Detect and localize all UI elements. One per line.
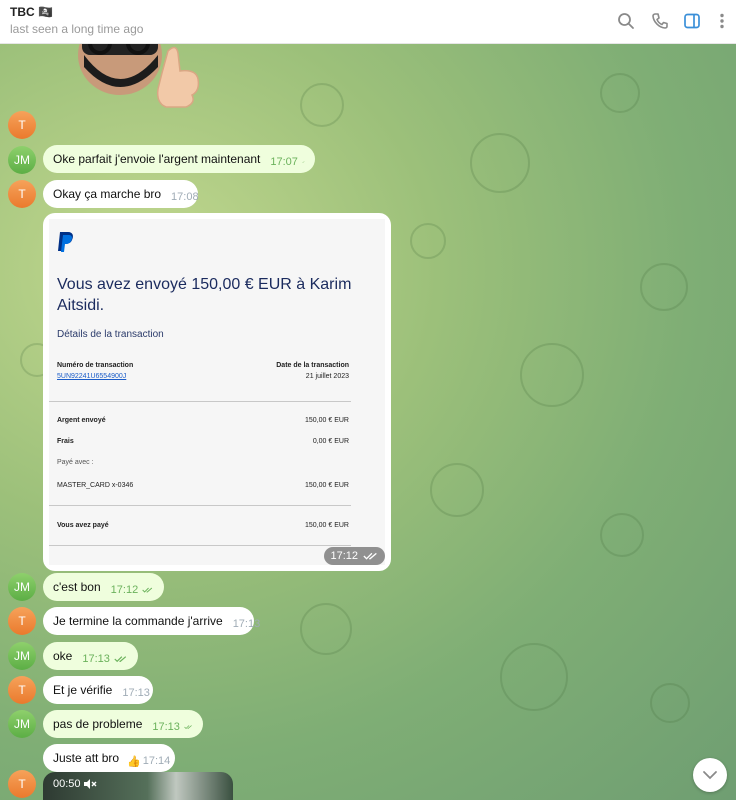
chevron-down-icon: [703, 771, 717, 780]
user-avatar[interactable]: JM: [8, 710, 36, 738]
chat-status: last seen a long time ago: [10, 22, 144, 36]
message-time: 17:13: [152, 721, 180, 733]
receipt-title: Vous avez envoyé 150,00 € EUR à Karim Ai…: [57, 276, 352, 314]
message-time: 17:14: [142, 755, 171, 767]
wallpaper-doodle: [640, 263, 688, 311]
wallpaper-doodle: [470, 133, 530, 193]
thumbs-up-reaction[interactable]: 👍: [127, 755, 141, 768]
date-label: Date de la transaction: [276, 362, 349, 369]
message-bubble-incoming[interactable]: Okay ça marche bro 17:08: [43, 180, 199, 208]
divider: [49, 401, 351, 402]
double-check-icon: [301, 161, 305, 163]
sent-value: 150,00 € EUR: [305, 417, 349, 424]
sent-label: Argent envoyé: [57, 417, 106, 424]
message-bubble-incoming[interactable]: Je termine la commande j'arrive 17:13: [43, 607, 260, 635]
paid-with-label: Payé avec :: [57, 459, 94, 466]
message-time: 17:12: [330, 550, 358, 562]
message-text: Okay ça marche bro: [53, 187, 162, 201]
message-time: 17:13: [232, 618, 261, 630]
scroll-to-bottom-button[interactable]: [693, 758, 727, 792]
divider: [49, 505, 351, 506]
chat-title[interactable]: TBC 🏴‍☠️: [10, 5, 53, 19]
message-text: Je termine la commande j'arrive: [53, 614, 223, 628]
message-bubble-incoming[interactable]: Et je vérifie 17:13: [43, 676, 153, 704]
message-time: 17:13: [122, 687, 150, 699]
fees-label: Frais: [57, 438, 74, 445]
paypal-receipt: Vous avez envoyé 150,00 € EUR à Karim Ai…: [49, 219, 385, 565]
txn-id-link[interactable]: 5UN92241U6554900J: [57, 373, 126, 380]
more-icon[interactable]: [712, 11, 732, 31]
receipt-image-message[interactable]: Vous avez envoyé 150,00 € EUR à Karim Ai…: [43, 213, 391, 571]
message-text: Juste att bro: [53, 751, 120, 765]
user-avatar[interactable]: JM: [8, 642, 36, 670]
total-label: Vous avez payé: [57, 522, 109, 529]
message-time: 17:08: [171, 191, 199, 203]
message-text: pas de probleme: [53, 717, 143, 731]
message-text: c'est bon: [53, 580, 101, 594]
chat-background[interactable]: T JM Oke parfait j'envoie l'argent maint…: [0, 43, 736, 800]
memoji-sticker[interactable]: [70, 43, 210, 118]
wallpaper-doodle: [410, 223, 446, 259]
card-value: 150,00 € EUR: [305, 482, 349, 489]
video-message[interactable]: 00:50: [43, 772, 233, 800]
message-time: 17:12: [110, 584, 139, 596]
message-text: Oke parfait j'envoie l'argent maintenant: [53, 152, 261, 166]
message-time: 17:07: [270, 156, 298, 168]
image-time-badge: 17:12: [324, 547, 385, 565]
contact-avatar[interactable]: T: [8, 111, 36, 139]
message-time: 17:13: [82, 653, 110, 665]
divider: [49, 545, 351, 546]
wallpaper-doodle: [300, 603, 352, 655]
contact-avatar[interactable]: T: [8, 607, 36, 635]
double-check-icon: [184, 725, 192, 730]
sidebar-toggle-icon[interactable]: [682, 11, 702, 31]
search-icon[interactable]: [616, 11, 636, 31]
wallpaper-doodle: [430, 463, 484, 517]
double-check-icon: [363, 552, 377, 560]
contact-avatar[interactable]: T: [8, 676, 36, 704]
txn-label: Numéro de transaction: [57, 362, 134, 369]
message-text: oke: [53, 649, 73, 663]
phone-icon[interactable]: [650, 11, 670, 31]
chat-header: TBC 🏴‍☠️ last seen a long time ago: [0, 0, 736, 44]
message-bubble-outgoing[interactable]: c'est bon 17:12: [43, 573, 164, 601]
card-label: MASTER_CARD x-0346: [57, 482, 134, 489]
message-bubble-outgoing[interactable]: Oke parfait j'envoie l'argent maintenant…: [43, 145, 315, 173]
muted-speaker-icon[interactable]: [83, 778, 97, 790]
wallpaper-doodle: [600, 513, 644, 557]
wallpaper-doodle: [520, 343, 584, 407]
contact-avatar[interactable]: T: [8, 180, 36, 208]
wallpaper-doodle: [300, 83, 344, 127]
contact-avatar[interactable]: T: [8, 770, 36, 798]
message-bubble-outgoing[interactable]: pas de probleme 17:13: [43, 710, 203, 738]
total-value: 150,00 € EUR: [305, 522, 349, 529]
video-duration: 00:50: [53, 778, 81, 790]
double-check-icon: [142, 587, 153, 593]
date-value: 21 juillet 2023: [305, 373, 349, 380]
message-bubble-outgoing[interactable]: oke 17:13: [43, 642, 138, 670]
wallpaper-doodle: [600, 73, 640, 113]
paypal-logo-icon: [58, 232, 73, 252]
message-bubble-incoming[interactable]: Juste att bro 👍 17:14: [43, 744, 175, 772]
user-avatar[interactable]: JM: [8, 146, 36, 174]
fees-value: 0,00 € EUR: [312, 438, 349, 445]
receipt-subtitle: Détails de la transaction: [57, 329, 164, 340]
wallpaper-doodle: [500, 643, 568, 711]
message-text: Et je vérifie: [53, 683, 113, 697]
wallpaper-doodle: [650, 683, 690, 723]
user-avatar[interactable]: JM: [8, 573, 36, 601]
double-check-icon: [114, 656, 127, 663]
